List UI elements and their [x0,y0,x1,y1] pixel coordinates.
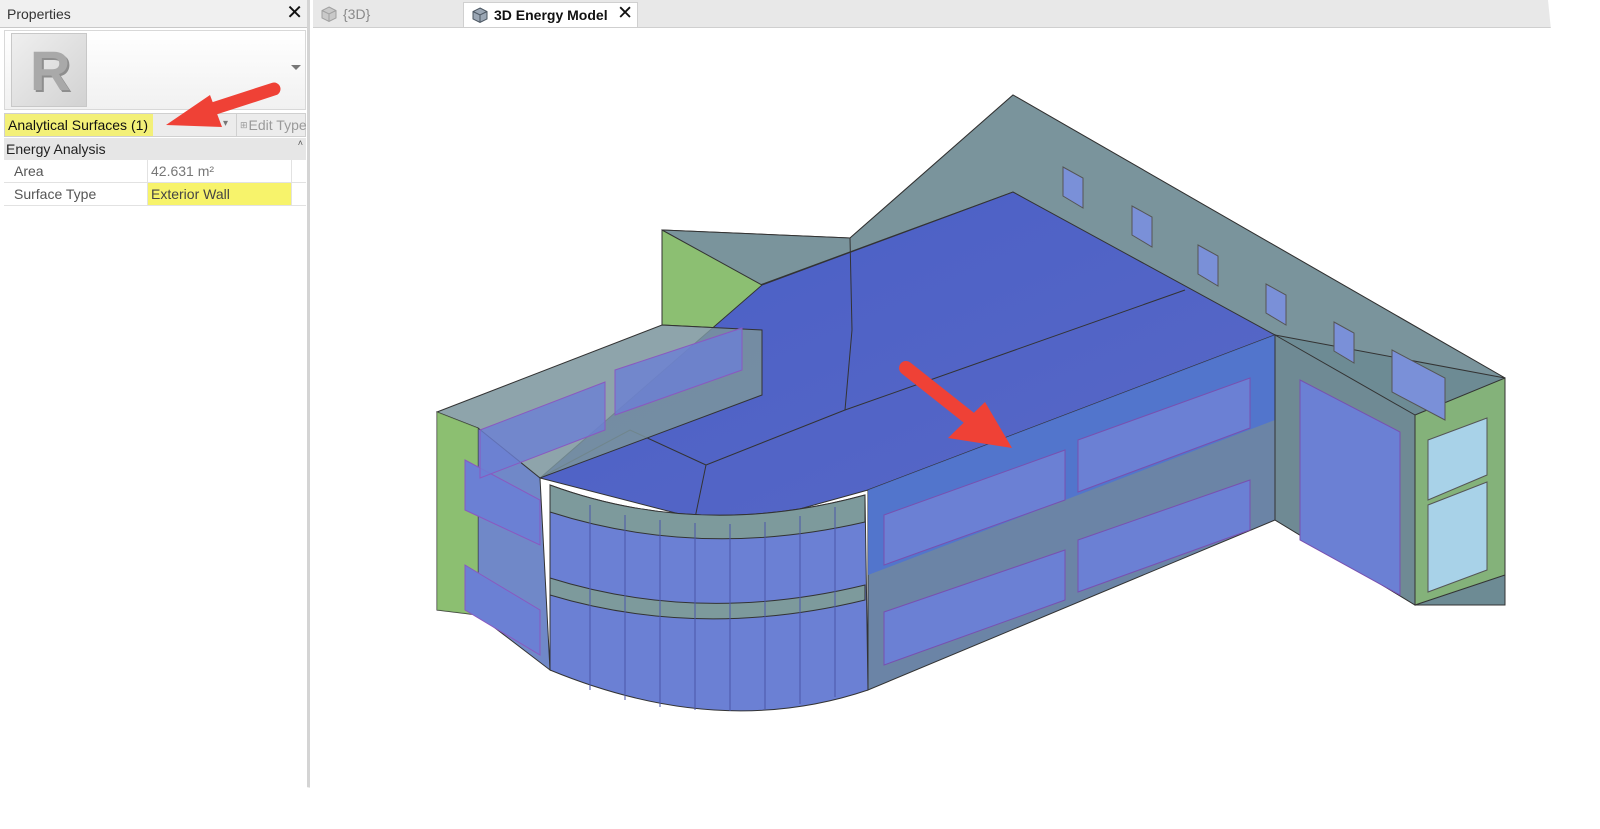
3d-view-icon [472,7,488,24]
energy-model-graphic[interactable] [313,29,1548,789]
revit-logo-icon: R [11,33,87,107]
revit-logo-letter: R [30,39,71,102]
category-label: Energy Analysis [6,141,106,157]
property-name: Surface Type [4,183,148,205]
properties-title-bar: Properties ✕ [0,0,307,28]
tab-3d[interactable]: {3D} [313,2,461,27]
close-icon[interactable]: ✕ [286,2,303,24]
property-value-surface-type[interactable]: Exterior Wall [148,183,292,205]
close-icon[interactable]: ✕ [617,3,633,25]
property-row-surface-type: Surface Type Exterior Wall [4,183,306,206]
3d-energy-model-viewport[interactable] [313,29,1548,789]
screenshot-frame: Properties ✕ R Analytical Surfaces (1) ▾… [0,0,1556,800]
category-header-energy-analysis[interactable]: Energy Analysis ˄ [4,138,306,160]
element-filter-dropdown[interactable]: Analytical Surfaces (1) [5,114,153,136]
3d-view-icon [321,6,337,23]
tab-label: {3D} [343,6,371,22]
property-row-area: Area 42.631 m² [4,160,306,183]
property-name: Area [4,160,148,182]
tab-label: 3D Energy Model [494,7,608,23]
chevron-down-icon[interactable] [291,65,301,70]
view-tab-bar: {3D} 3D Energy Model ✕ [313,0,1553,28]
properties-title: Properties [7,6,71,22]
annotation-arrow [166,82,281,127]
collapse-icon[interactable]: ˄ [298,138,303,148]
tab-3d-energy-model[interactable]: 3D Energy Model ✕ [463,2,638,27]
property-value-area: 42.631 m² [148,160,292,182]
